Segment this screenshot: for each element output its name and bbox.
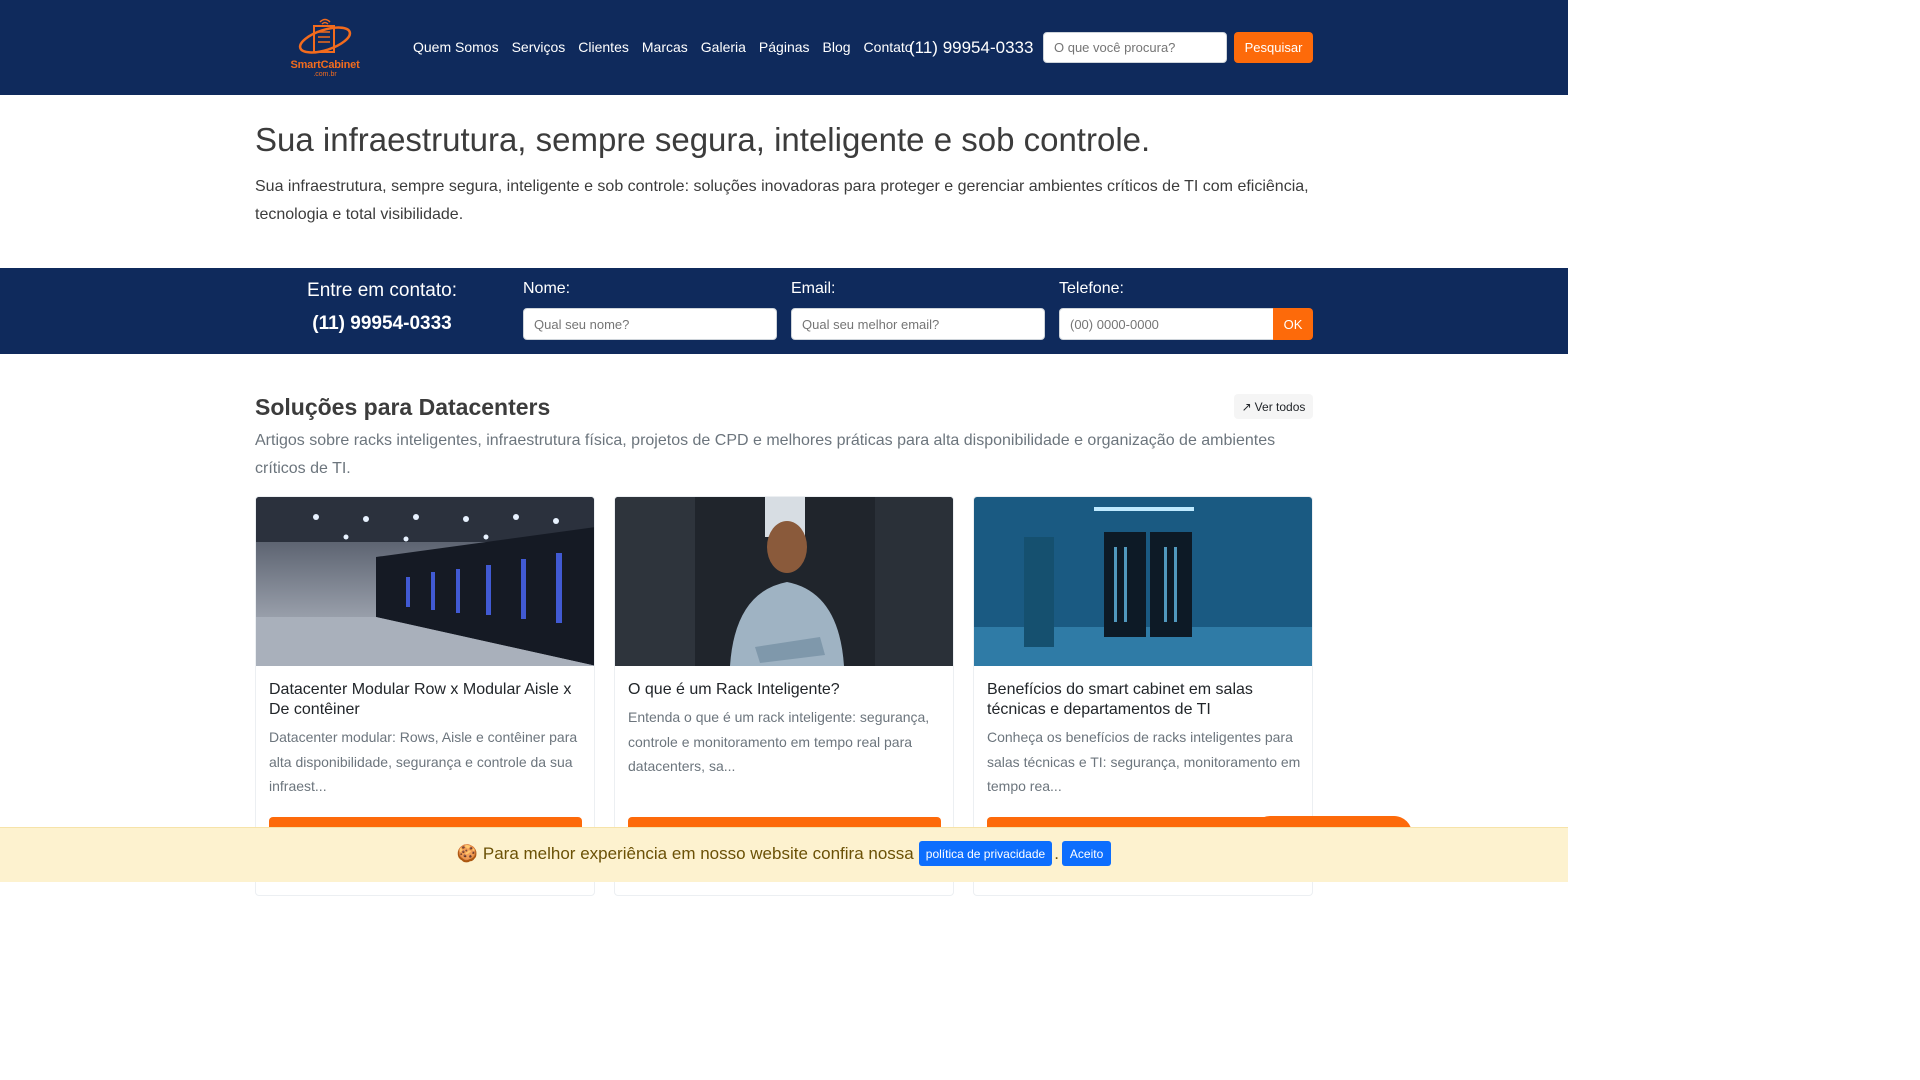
hero-text: Sua infraestrutura, sempre segura, intel…: [255, 178, 1309, 223]
section-text: Artigos sobre racks inteligentes, infrae…: [255, 432, 1276, 477]
nav-clientes[interactable]: Clientes: [578, 39, 629, 55]
technician-image: [615, 497, 953, 666]
name-label: Nome:: [523, 280, 571, 297]
card-title[interactable]: Benefícios do smart cabinet em salas téc…: [987, 680, 1303, 720]
search-input[interactable]: [1043, 32, 1227, 63]
nav-blog[interactable]: Blog: [823, 39, 851, 55]
phone-field[interactable]: [1059, 308, 1274, 340]
accept-cookies-button[interactable]: Aceito: [1061, 841, 1112, 866]
cabinet-logo-icon: [298, 18, 352, 54]
smartcabinet-logo[interactable]: SmartCabinet .com.br: [284, 16, 366, 80]
email-label: Email:: [791, 280, 836, 297]
email-field[interactable]: [791, 308, 1045, 340]
card-title[interactable]: O que é um Rack Inteligente?: [628, 680, 944, 700]
nav-servicos[interactable]: Serviços: [512, 39, 566, 55]
header-phone[interactable]: (11) 99954-0333: [909, 38, 1033, 58]
contact-ok-button[interactable]: OK: [1273, 308, 1313, 340]
cookie-dot: .: [1054, 843, 1059, 863]
logo-subtext: .com.br: [313, 71, 337, 78]
main-nav: Quem Somos Serviços Clientes Marcas Gale…: [413, 39, 926, 55]
card-text: Conheça os benefícios de racks inteligen…: [987, 729, 1301, 794]
cookie-icon: 🍪: [456, 843, 478, 863]
nav-marcas[interactable]: Marcas: [642, 39, 688, 55]
search-button[interactable]: Pesquisar: [1234, 32, 1313, 63]
cookie-content: 🍪 Para melhor experiência em nosso websi…: [0, 841, 1568, 866]
card-text: Entenda o que é um rack inteligente: seg…: [628, 709, 930, 774]
logo-text: SmartCabinet: [290, 59, 360, 71]
hero-title: Sua infraestrutura, sempre segura, intel…: [255, 121, 1151, 158]
card-text: Datacenter modular: Rows, Aisle e contêi…: [269, 729, 578, 794]
nav-contato[interactable]: Contato: [864, 39, 913, 55]
ver-todos-label: Ver todos: [1254, 399, 1306, 414]
cookie-text: Para melhor experiência em nosso website…: [482, 843, 914, 863]
contact-label: Entre em contato:: [307, 280, 457, 301]
contact-strip: [0, 268, 1568, 354]
nav-quem-somos[interactable]: Quem Somos: [413, 39, 499, 55]
nav-galeria[interactable]: Galeria: [701, 39, 746, 55]
contact-phone[interactable]: (11) 99954-0333: [255, 313, 509, 335]
arrow-up-right-icon: ↗: [1241, 399, 1252, 414]
section-title: Soluções para Datacenters: [255, 394, 551, 420]
phone-label: Telefone:: [1059, 280, 1124, 297]
card-title[interactable]: Datacenter Modular Row x Modular Aisle x…: [269, 680, 585, 720]
datacenter-row-image: [256, 497, 594, 666]
smart-cabinet-room-image: [974, 497, 1312, 666]
nav-paginas[interactable]: Páginas: [759, 39, 810, 55]
name-field[interactable]: [523, 308, 777, 340]
privacy-policy-button[interactable]: política de privacidade: [918, 841, 1053, 866]
ver-todos-button[interactable]: ↗ Ver todos: [1234, 394, 1313, 419]
